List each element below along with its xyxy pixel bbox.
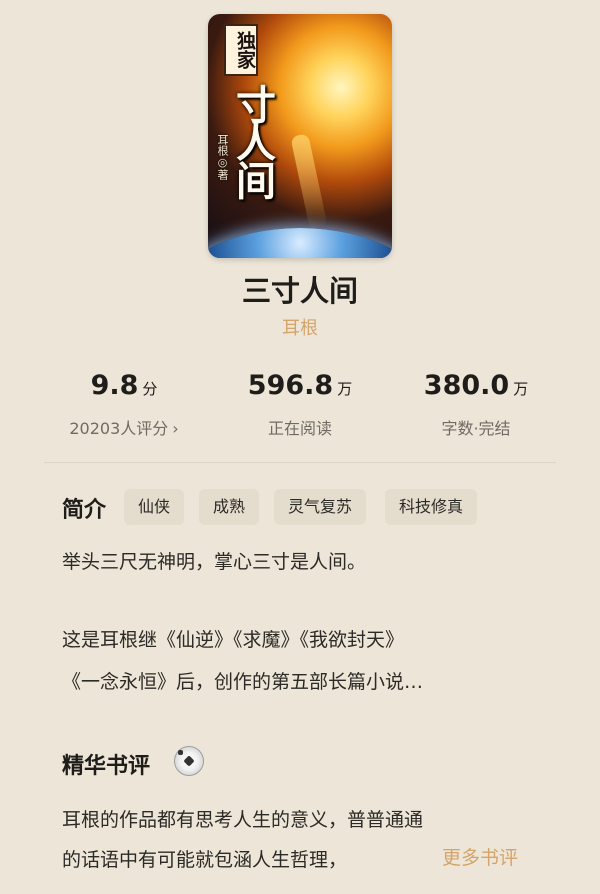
rating-value: 9.8	[90, 370, 139, 401]
intro-line-3[interactable]: 《一念永恒》后，创作的第五部长篇小说…	[62, 662, 542, 702]
intro-line-2[interactable]: 这是耳根继《仙逆》《求魔》《我欲封天》	[62, 620, 542, 660]
cover-author-text: 耳根◎著	[216, 134, 229, 180]
tag-xianxia[interactable]: 仙侠	[124, 489, 185, 525]
intro-line-1[interactable]: 举头三尺无神明，掌心三寸是人间。	[62, 542, 542, 582]
tag-mature[interactable]: 成熟	[199, 489, 260, 525]
tag-tech-cultivation[interactable]: 科技修真	[385, 489, 478, 525]
chevron-right-icon: ›	[172, 419, 179, 438]
tag-spiritual-revival[interactable]: 灵气复苏	[274, 489, 367, 525]
wordcount-label: 字数·完结	[441, 419, 511, 438]
rating-unit: 分	[142, 380, 158, 398]
cover-meteor-art	[290, 133, 328, 230]
cover-planet-art	[208, 228, 392, 258]
rating-stat[interactable]: 9.8 分 20203人评分 ›	[24, 370, 224, 439]
readers-label: 正在阅读	[267, 419, 332, 438]
readers-stat: 596.8 万 正在阅读	[200, 370, 400, 439]
rating-count: 20203人评分	[69, 419, 169, 438]
readers-value: 596.8	[247, 370, 334, 401]
intro-heading: 简介	[62, 498, 107, 523]
wordcount-unit: 万	[513, 380, 529, 398]
more-reviews-link[interactable]: 更多书评	[442, 843, 518, 870]
book-cover[interactable]: 独家 寸人间 耳根◎著	[208, 14, 392, 258]
readers-unit: 万	[337, 380, 353, 398]
wordcount-value: 380.0	[423, 370, 510, 401]
wordcount-stat: 380.0 万 字数·完结	[376, 370, 576, 439]
cover-title-text: 寸人间	[229, 84, 275, 198]
author-link[interactable]: 耳根	[0, 314, 600, 340]
reviews-heading: 精华书评	[62, 754, 151, 779]
section-divider	[44, 462, 556, 463]
review-line-1[interactable]: 耳根的作品都有思考人生的意义，普普通通	[62, 800, 542, 840]
soccer-ball-icon	[174, 746, 204, 776]
cover-exclusive-badge: 独家	[224, 24, 258, 76]
review-line-2[interactable]: 的话语中有可能就包涵人生哲理，	[62, 840, 432, 880]
book-title: 三寸人间	[241, 274, 358, 308]
